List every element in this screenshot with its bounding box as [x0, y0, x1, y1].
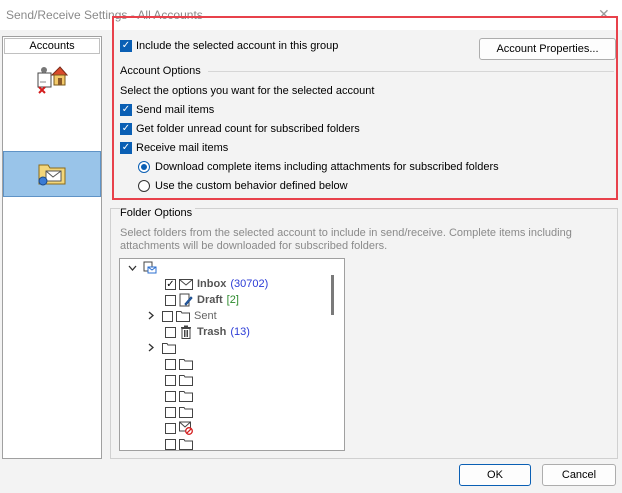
send-mail-checkbox[interactable]: ✓ — [120, 104, 132, 116]
title-bar: Send/Receive Settings - All Accounts ✕ — [0, 0, 622, 30]
chevron-down-icon[interactable] — [127, 263, 137, 273]
inbox-count: (30702) — [230, 278, 269, 290]
junk-mail-icon — [179, 421, 193, 435]
receive-mail-checkbox[interactable]: ✓ — [120, 142, 132, 154]
folder-checkbox[interactable] — [165, 390, 176, 402]
folder-checkbox[interactable] — [165, 358, 176, 370]
receive-mail-label: Receive mail items — [136, 142, 229, 154]
tree-item-trash[interactable]: Trash (13) — [165, 324, 250, 340]
chevron-right-icon[interactable] — [146, 311, 156, 322]
draft-pencil-icon — [179, 293, 193, 307]
junk-checkbox[interactable] — [165, 422, 176, 434]
tree-item-folder[interactable] — [165, 404, 197, 420]
folder-icon — [179, 374, 193, 387]
mailbox-icon — [143, 261, 157, 275]
tree-item-folder[interactable] — [165, 372, 197, 388]
folder-icon — [176, 310, 190, 323]
account-properties-button[interactable]: Account Properties... — [479, 38, 616, 60]
folder-icon — [179, 358, 193, 371]
account-item-1[interactable] — [3, 59, 101, 99]
folder-icon — [179, 438, 193, 451]
download-complete-radio[interactable] — [138, 161, 150, 173]
account-options-subtitle: Select the options you want for the sele… — [120, 85, 375, 97]
close-icon[interactable]: ✕ — [598, 6, 610, 23]
send-mail-label: Send mail items — [136, 104, 215, 116]
receive-mail-option[interactable]: ✓ Receive mail items — [120, 142, 228, 154]
sent-label: Sent — [194, 310, 217, 322]
download-complete-option[interactable]: Download complete items including attach… — [138, 161, 499, 173]
tree-item-folder[interactable] — [165, 436, 197, 452]
account-folder-icon — [36, 159, 68, 190]
folder-checkbox[interactable] — [165, 406, 176, 418]
account-options-divider — [208, 71, 614, 72]
folder-icon — [179, 406, 193, 419]
draft-count: [2] — [226, 294, 239, 306]
trash-label: Trash — [197, 326, 227, 338]
chevron-right-icon[interactable] — [146, 343, 156, 354]
folder-checkbox[interactable] — [165, 374, 176, 386]
account-options-title: Account Options — [120, 65, 201, 77]
include-account-option[interactable]: ✓ Include the selected account in this g… — [120, 40, 338, 52]
window-title: Send/Receive Settings - All Accounts — [6, 8, 203, 22]
cancel-button[interactable]: Cancel — [542, 464, 616, 486]
sent-checkbox[interactable] — [162, 310, 173, 322]
folder-unread-checkbox[interactable]: ✓ — [120, 123, 132, 135]
inbox-checkbox[interactable]: ✓ — [165, 278, 176, 290]
folder-checkbox[interactable] — [165, 438, 176, 450]
folder-icon — [162, 342, 176, 355]
include-account-checkbox[interactable]: ✓ — [120, 40, 132, 52]
custom-behavior-label: Use the custom behavior defined below — [155, 180, 348, 192]
tree-item-sent[interactable]: Sent — [146, 308, 217, 324]
draft-label: Draft — [197, 294, 223, 306]
tree-root[interactable] — [127, 260, 161, 276]
folder-options-title: Folder Options — [120, 207, 196, 219]
trash-count: (13) — [230, 326, 250, 338]
tree-item-draft[interactable]: Draft [2] — [165, 292, 239, 308]
folder-icon — [179, 390, 193, 403]
draft-checkbox[interactable] — [165, 294, 176, 306]
custom-behavior-radio[interactable] — [138, 180, 150, 192]
folder-unread-label: Get folder unread count for subscribed f… — [136, 123, 360, 135]
tree-item-junk[interactable] — [165, 420, 197, 436]
tree-item-inbox[interactable]: ✓ Inbox (30702) — [165, 276, 268, 292]
account-house-icon — [36, 62, 69, 97]
tree-scrollbar[interactable] — [331, 275, 334, 315]
include-account-label: Include the selected account in this gro… — [136, 40, 339, 52]
accounts-list[interactable]: Accounts — [2, 36, 102, 459]
folder-options-description: Select folders from the selected account… — [120, 227, 572, 252]
download-complete-label: Download complete items including attach… — [155, 161, 499, 173]
trash-checkbox[interactable] — [165, 326, 176, 338]
inbox-label: Inbox — [197, 278, 227, 290]
accounts-header: Accounts — [4, 38, 100, 54]
account-item-2-selected[interactable] — [3, 151, 101, 197]
trash-icon — [179, 325, 193, 339]
tree-item-folder[interactable] — [165, 356, 197, 372]
custom-behavior-option[interactable]: Use the custom behavior defined below — [138, 180, 348, 192]
ok-button[interactable]: OK — [459, 464, 531, 486]
send-mail-option[interactable]: ✓ Send mail items — [120, 104, 214, 116]
envelope-icon — [179, 278, 193, 291]
tree-item-folder[interactable] — [165, 388, 197, 404]
folder-unread-option[interactable]: ✓ Get folder unread count for subscribed… — [120, 123, 360, 135]
tree-item-folder-collapsed[interactable] — [146, 340, 180, 356]
